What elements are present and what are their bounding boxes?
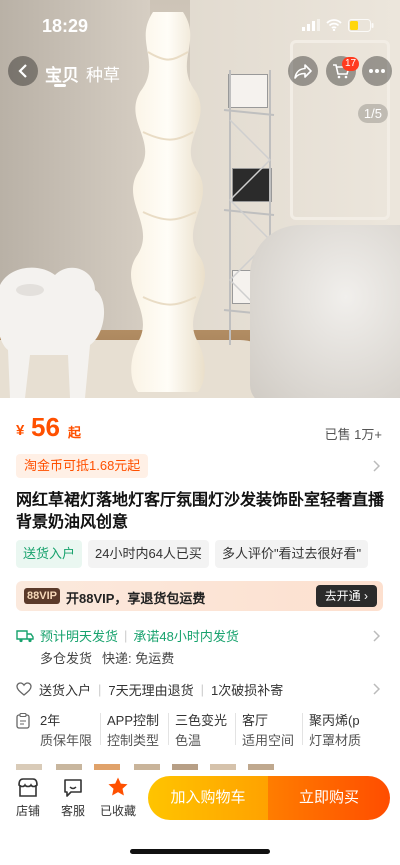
divider [302,713,303,745]
shipping-row[interactable]: 预计明天发货 | 承诺48小时内发货 多仓发货 快递: 免运费 [16,624,386,668]
attribute-key: 色温 [175,733,202,748]
service-item: 送货入户 [39,682,92,698]
truck-icon [16,629,34,642]
ship-eta: 预计明天发货 [40,629,119,644]
tab-item[interactable]: 宝贝 [45,61,79,86]
currency-symbol: ¥ [16,422,25,439]
attribute-control: APP控制 控制类型 [107,711,159,751]
vip-badge: 88VIP [24,588,60,604]
vip-activate-button[interactable]: 去开通 › [315,585,377,607]
attribute-color-temp: 三色变光 色温 [175,711,227,751]
attributes-row[interactable]: 2年 质保年限 APP控制 控制类型 三色变光 色温 客厅 适用空间 聚丙烯(p… [16,711,400,751]
status-time: 18:29 [42,16,89,36]
heart-icon [16,682,32,696]
attribute-value: 2年 [40,713,61,728]
service-guarantees[interactable]: 送货入户 | 7天无理由退货 | 1次破损补寄 [16,678,386,700]
shop-button[interactable]: 店铺 [6,776,50,819]
more-button[interactable] [362,56,392,86]
ship-promise: 承诺48小时内发货 [133,629,239,644]
sold-count: 已售 1万+ [324,427,382,442]
tab-seeding[interactable]: 种草 [86,61,120,86]
divider [235,713,236,745]
attribute-key: 控制类型 [107,733,160,748]
wavy-floor-lamp [131,12,205,392]
chat-icon [64,779,82,797]
price-value: 56 [31,412,60,442]
favorite-label: 已收藏 [99,804,136,818]
buy-now-button[interactable]: 立即购买 [268,776,390,820]
battery-icon [348,18,374,32]
ship-separator: | [124,628,128,643]
favorite-button[interactable]: 已收藏 [96,776,140,819]
status-bar: 18:29 [0,0,400,50]
chevron-right-icon [373,460,380,472]
back-button[interactable] [8,56,38,86]
service-label: 客服 [60,804,85,818]
attribute-space: 客厅 适用空间 [242,711,294,751]
image-pager: 1/5 [357,104,388,123]
clipboard-icon [16,713,30,729]
bear-chair [0,267,105,398]
signal-icon [302,19,320,31]
divider [100,713,101,745]
attribute-value: 三色变光 [175,713,228,728]
coin-offer-tag: 淘金币可抵1.68元起 [16,454,149,478]
attribute-key: 适用空间 [242,733,295,748]
tag-recent-buyers: 24小时内64人已买 [88,540,209,568]
cart-count-badge: 17 [342,57,360,71]
ship-fee: 快递: 免运费 [102,651,175,666]
service-separator: | [98,681,102,697]
product-tags: 送货入户 24小时内64人已买 多人评价"看过去很好看" [16,540,396,568]
shop-label: 店铺 [15,804,40,818]
add-to-cart-button[interactable]: 加入购物车 [148,776,268,820]
share-button[interactable] [288,56,318,86]
attribute-value: 聚丙烯(p [309,713,360,728]
product-page: 18:29 宝贝 种草 17 1/5 ¥ 56 起 已售 1万+ 淘金币可抵1.… [0,0,400,865]
bottom-action-bar: 店铺 客服 已收藏 加入购物车 立即购买 [0,770,400,832]
chevron-right-icon [373,683,380,695]
sofa-blanket [250,225,400,398]
attribute-warranty: 2年 质保年限 [40,711,92,751]
attribute-value: 客厅 [242,713,269,728]
star-icon [108,777,128,796]
service-item: 1次破损补寄 [211,682,284,698]
chevron-left-icon [18,64,27,78]
chevron-right-icon [373,630,380,642]
vip-text: 开88VIP，享退货包运费 [66,591,206,606]
wifi-icon [326,19,342,31]
price-suffix: 起 [68,425,82,440]
attribute-key: 质保年限 [40,733,93,748]
attribute-material: 聚丙烯(p 灯罩材质 [309,711,383,751]
coin-offer-row[interactable]: 淘金币可抵1.68元起 [16,452,386,480]
divider [168,713,169,745]
shipping-estimate: 预计明天发货 | 承诺48小时内发货 [16,626,239,645]
price-row: ¥ 56 起 已售 1万+ [16,412,386,442]
share-icon [294,64,312,79]
status-icons [302,18,374,32]
product-title: 网红草裙灯落地灯客厅氛围灯沙发装饰卧室轻奢直播背景奶油风创意 [16,492,385,531]
service-separator: | [200,681,205,697]
ship-warehouse: 多仓发货 [40,651,93,666]
tag-reviews[interactable]: 多人评价"看过去很好看" [214,540,369,568]
attribute-key: 灯罩材质 [309,733,362,748]
active-tab-indicator [54,84,66,87]
attribute-value: APP控制 [107,713,160,728]
vip-banner[interactable]: 88VIP 开88VIP，享退货包运费 去开通 › [16,581,383,611]
home-indicator [130,849,270,854]
more-icon [369,69,385,73]
service-item: 7天无理由退货 [108,682,194,698]
shipping-details: 多仓发货 快递: 免运费 [40,648,174,667]
tag-home-delivery: 送货入户 [16,540,83,568]
shop-icon [18,778,38,797]
customer-service-button[interactable]: 客服 [51,776,95,819]
